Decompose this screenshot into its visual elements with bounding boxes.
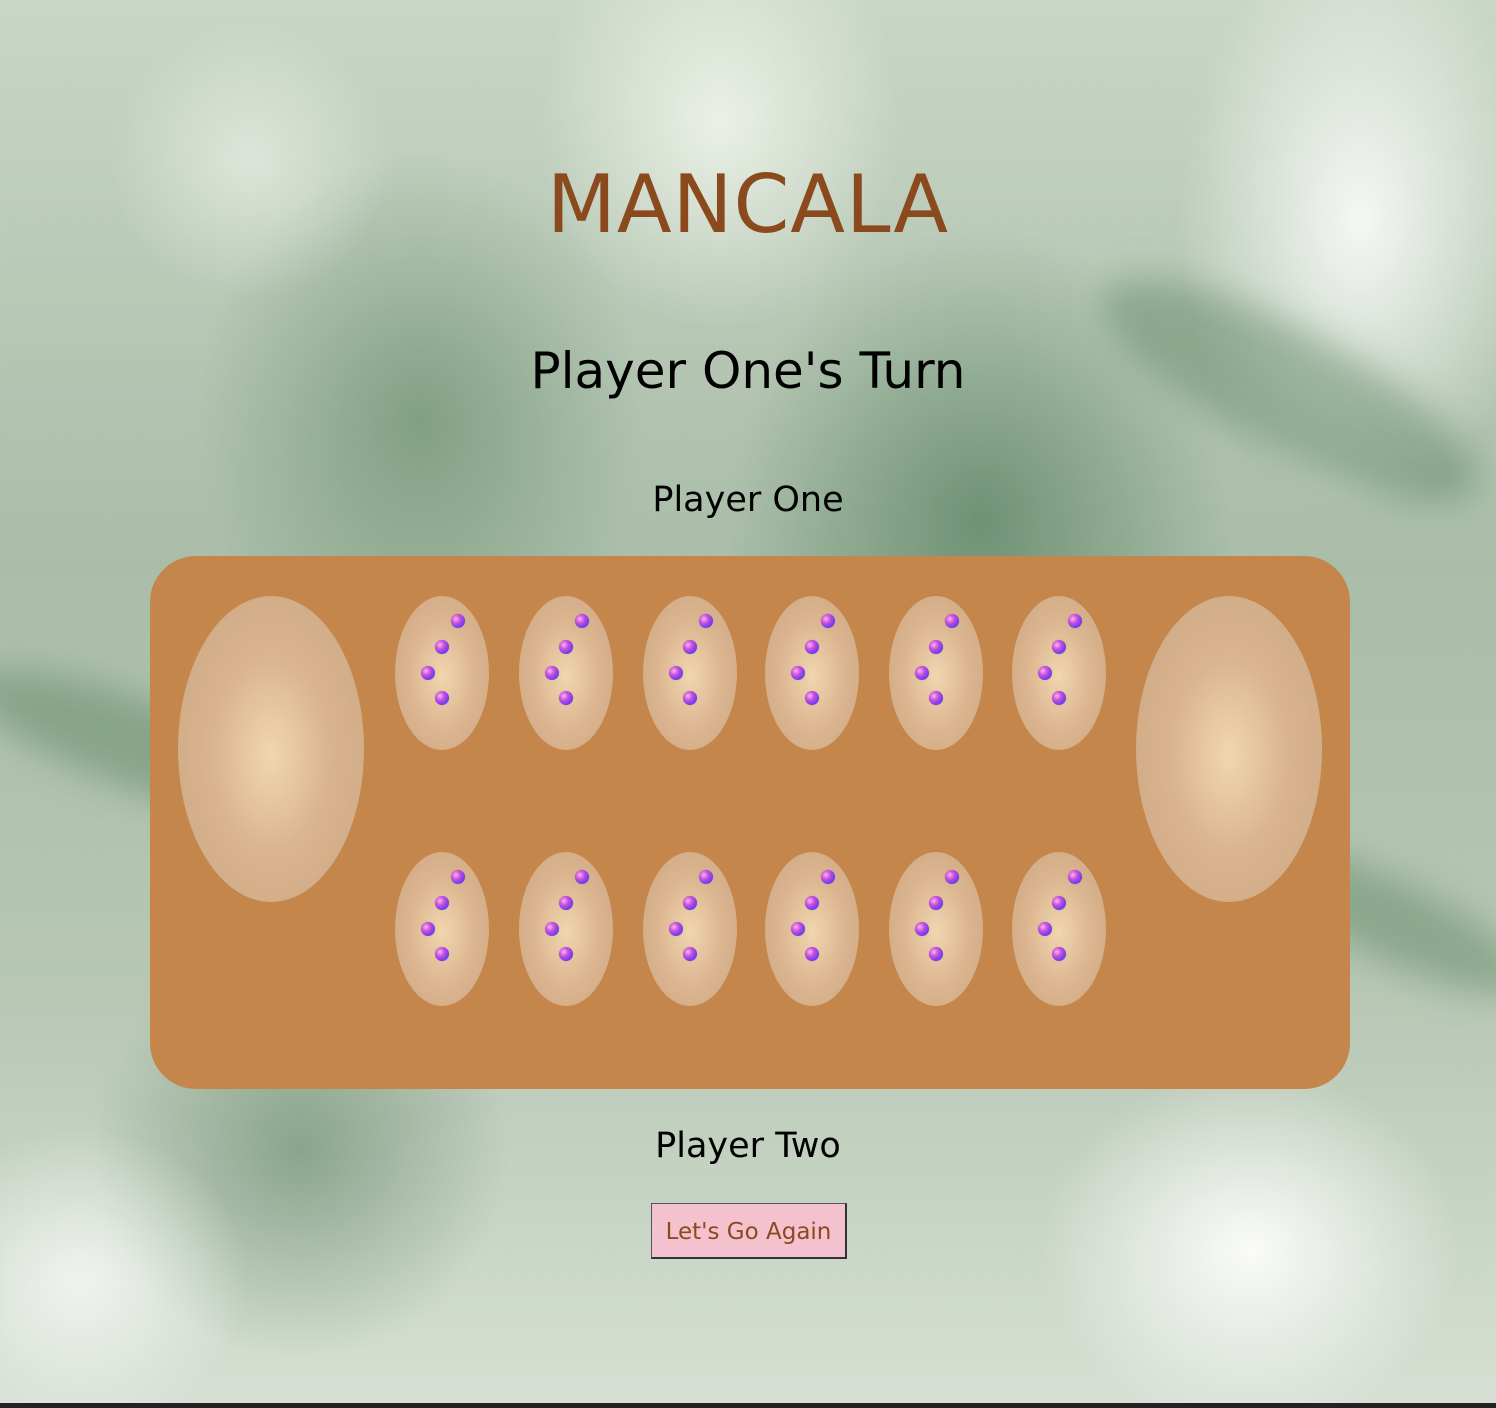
pit[interactable] bbox=[643, 596, 737, 750]
stone bbox=[821, 870, 835, 884]
stone bbox=[929, 896, 943, 910]
stone bbox=[699, 870, 713, 884]
pit[interactable] bbox=[765, 596, 859, 750]
stone bbox=[1068, 614, 1082, 628]
mancala-board bbox=[150, 556, 1350, 1089]
stone bbox=[421, 922, 435, 936]
stone bbox=[805, 640, 819, 654]
stone bbox=[945, 870, 959, 884]
stone bbox=[1052, 947, 1066, 961]
stone bbox=[421, 666, 435, 680]
stone bbox=[683, 691, 697, 705]
stone bbox=[791, 666, 805, 680]
pit[interactable] bbox=[395, 596, 489, 750]
bottom-edge bbox=[0, 1403, 1496, 1408]
stone bbox=[915, 666, 929, 680]
stone bbox=[451, 614, 465, 628]
pit[interactable] bbox=[519, 852, 613, 1006]
player-one-label: Player One bbox=[652, 480, 844, 520]
stone bbox=[545, 666, 559, 680]
stone bbox=[929, 691, 943, 705]
pit[interactable] bbox=[395, 852, 489, 1006]
stone bbox=[559, 896, 573, 910]
stone bbox=[805, 947, 819, 961]
pit[interactable] bbox=[1012, 596, 1106, 750]
stone bbox=[575, 614, 589, 628]
stone bbox=[683, 947, 697, 961]
stone bbox=[559, 947, 573, 961]
left-store[interactable] bbox=[178, 596, 364, 902]
stone bbox=[559, 691, 573, 705]
stone bbox=[451, 870, 465, 884]
pit[interactable] bbox=[1012, 852, 1106, 1006]
stone bbox=[669, 922, 683, 936]
pit[interactable] bbox=[889, 852, 983, 1006]
pit[interactable] bbox=[765, 852, 859, 1006]
pit[interactable] bbox=[889, 596, 983, 750]
game-title: MANCALA bbox=[546, 158, 950, 251]
stone bbox=[435, 691, 449, 705]
stone bbox=[683, 896, 697, 910]
restart-button[interactable]: Let's Go Again bbox=[651, 1203, 847, 1259]
right-store[interactable] bbox=[1136, 596, 1322, 902]
stone bbox=[805, 691, 819, 705]
player-two-label: Player Two bbox=[655, 1126, 841, 1166]
stone bbox=[559, 640, 573, 654]
stone bbox=[683, 640, 697, 654]
stone bbox=[575, 870, 589, 884]
stone bbox=[1038, 666, 1052, 680]
stone bbox=[1052, 691, 1066, 705]
stone bbox=[1068, 870, 1082, 884]
pit[interactable] bbox=[643, 852, 737, 1006]
stone bbox=[821, 614, 835, 628]
stone bbox=[791, 922, 805, 936]
stone bbox=[435, 640, 449, 654]
stone bbox=[1052, 640, 1066, 654]
stone bbox=[945, 614, 959, 628]
stone bbox=[1038, 922, 1052, 936]
stone bbox=[435, 947, 449, 961]
stone bbox=[669, 666, 683, 680]
turn-status: Player One's Turn bbox=[530, 342, 966, 400]
stone bbox=[929, 947, 943, 961]
stone bbox=[545, 922, 559, 936]
stone bbox=[915, 922, 929, 936]
stone bbox=[699, 614, 713, 628]
stone bbox=[929, 640, 943, 654]
pit[interactable] bbox=[519, 596, 613, 750]
stone bbox=[1052, 896, 1066, 910]
stone bbox=[805, 896, 819, 910]
stone bbox=[435, 896, 449, 910]
